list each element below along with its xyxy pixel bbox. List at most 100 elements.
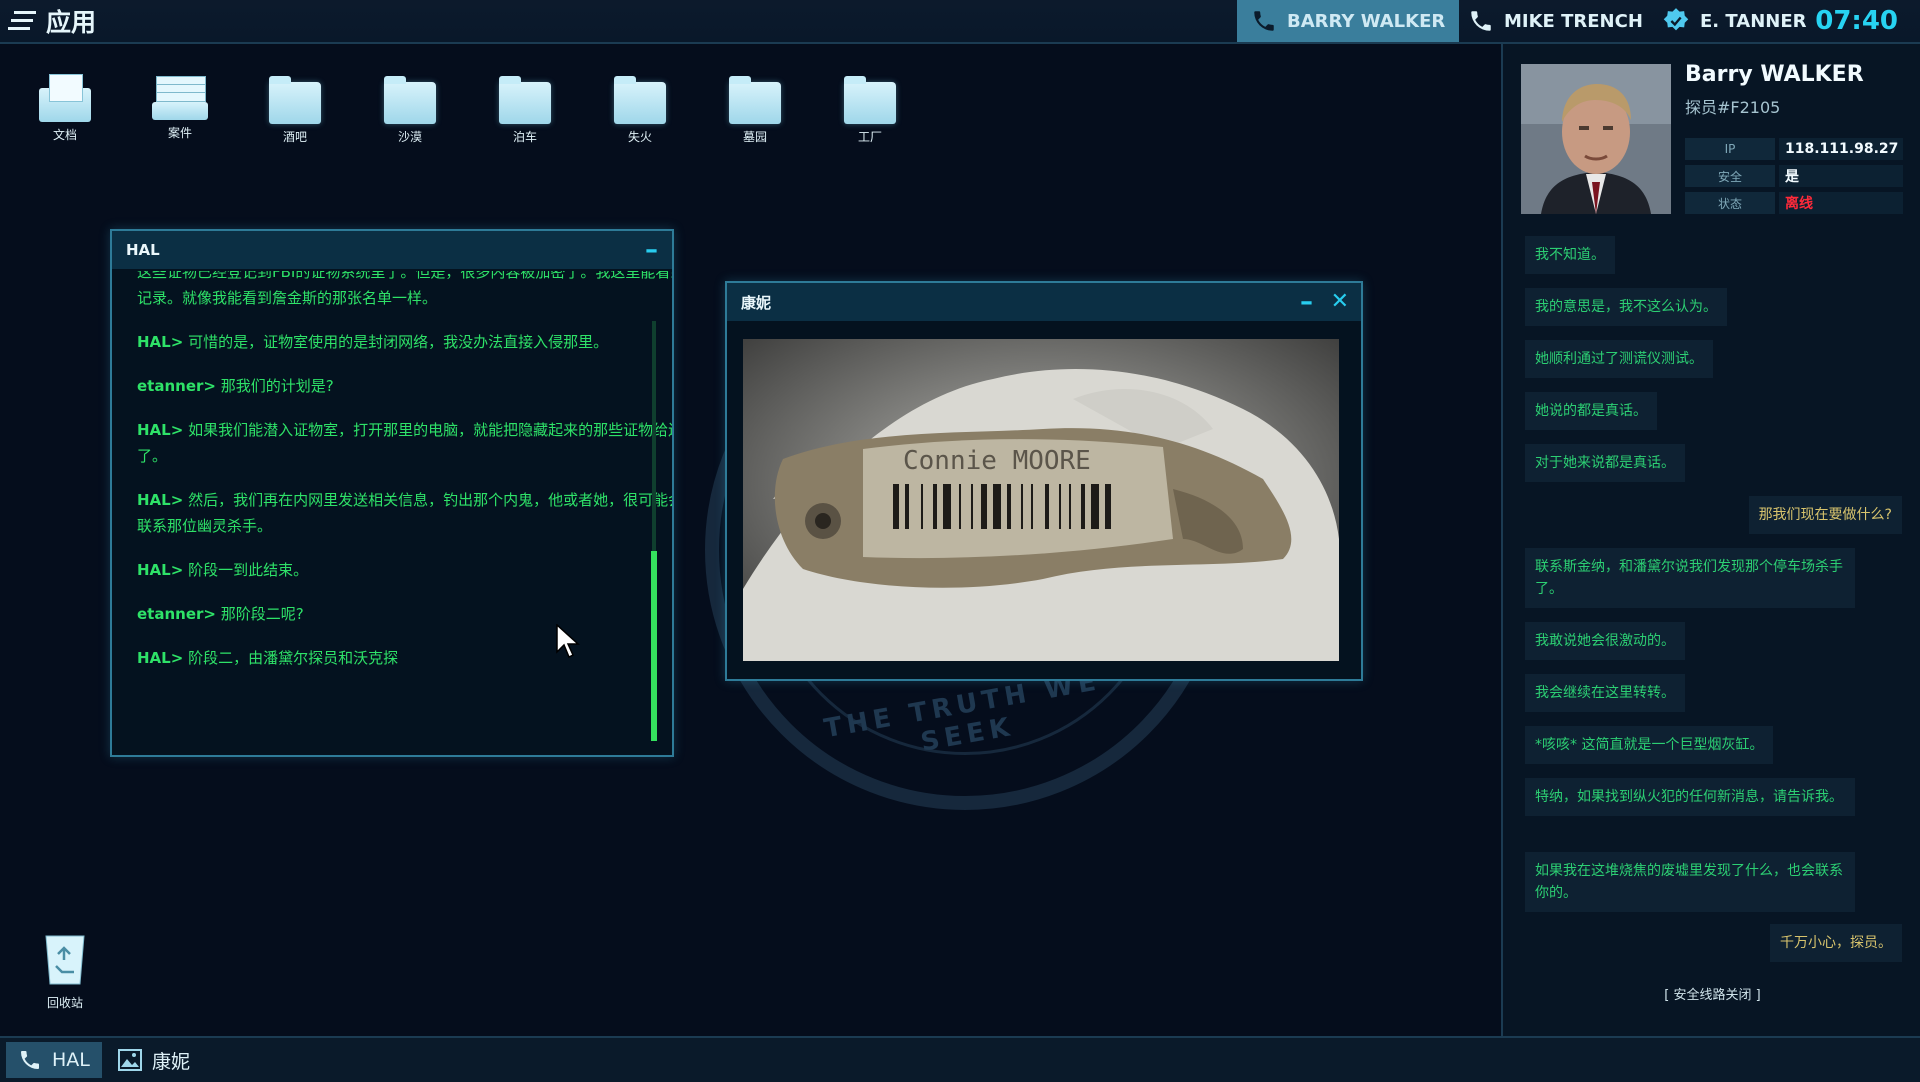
desktop-icon-label: 沙漠 [397, 130, 422, 144]
chat-speaker: HAL> [137, 561, 184, 579]
taskbar-item-label: HAL [52, 1049, 90, 1071]
window-title: 康妮 [741, 293, 772, 312]
desktop-icon-bar[interactable]: 酒吧 [250, 74, 340, 145]
desktop-icon-label: 泊车 [512, 130, 537, 144]
chat-message-outgoing: 那我们现在要做什么? [1748, 496, 1902, 534]
menu-icon [8, 11, 36, 30]
barcode-stripe [921, 484, 923, 529]
desktop-icon-recycle-bin[interactable]: 回收站 [20, 932, 110, 1011]
chat-message-incoming: 我的意思是，我不这么认为。 [1525, 288, 1727, 326]
app-menu-label: 应用 [46, 8, 97, 37]
tab-mike-trench[interactable]: MIKE TRENCH [1468, 0, 1643, 42]
contact-name: Barry WALKER [1685, 62, 1864, 87]
chat-line: HAL> 如果我们能潜入证物室，打开那里的电脑，就能把隐藏起来的那些证物给还原了… [137, 417, 672, 469]
phone-icon [21, 1051, 39, 1069]
chat-message-incoming: 她说的都是真话。 [1525, 392, 1657, 430]
barcode-stripe [971, 484, 973, 529]
chat-line: 这些证物已经登记到FBI的证物系统里了。但是，很多内容被加密了。我这里能看到操作… [137, 271, 672, 311]
chat-text: 如果我们能潜入证物室，打开那里的电脑，就能把隐藏起来的那些证物给还原了。 [137, 421, 672, 465]
burnt-id-badge-image: Connie MOORE [743, 339, 1339, 661]
barcode-stripe [993, 484, 1001, 529]
chat-speaker: etanner> [137, 377, 216, 395]
chat-message-incoming: 对于她来说都是真话。 [1525, 444, 1685, 482]
minimize-button[interactable]: – [645, 235, 658, 265]
chat-message-incoming: 她顺利通过了测谎仪测试。 [1525, 340, 1713, 378]
taskbar-item-connie[interactable]: 康妮 [118, 1042, 190, 1078]
minimize-button[interactable]: – [1300, 287, 1313, 317]
recycle-bin-icon [45, 935, 85, 985]
barcode-stripe [905, 484, 909, 529]
chat-message-outgoing: 千万小心，探员。 [1770, 924, 1902, 962]
info-row-ip: IP 118.111.98.27 [1685, 138, 1903, 160]
taskbar-item-label: 康妮 [152, 1050, 191, 1073]
secure-line-closed-status: [ 安全线路关闭 ] [1664, 988, 1761, 1003]
chat-text: 那我们的计划是? [220, 377, 334, 395]
top-bar: 应用 BARRY WALKER MIKE TRENCH E. TANNER 07… [0, 0, 1920, 44]
info-value: 是 [1779, 165, 1903, 187]
info-value: 118.111.98.27 [1779, 138, 1903, 160]
contact-panel: Barry WALKER 探员#F2105 IP 118.111.98.27 安… [1501, 44, 1920, 1036]
chat-line: HAL> 可惜的是，证物室使用的是封闭网络，我没办法直接入侵那里。 [137, 329, 672, 355]
chat-message-incoming: 我不知道。 [1525, 236, 1615, 274]
barcode-stripe [1021, 484, 1023, 529]
desktop-icon-documents[interactable]: 文档 [20, 74, 110, 143]
chat-line: etanner> 那我们的计划是? [137, 373, 672, 399]
phone-icon [1254, 11, 1274, 31]
chat-speaker: HAL> [137, 491, 184, 509]
chat-message-incoming: 我会继续在这里转转。 [1525, 674, 1685, 712]
tab-barry-walker[interactable]: BARRY WALKER [1237, 0, 1460, 42]
chat-text: 然后，我们再在内网里发送相关信息，钓出那个内鬼，他或者她，很可能会试着联系那位幽… [137, 491, 672, 535]
chat-line: HAL> 然后，我们再在内网里发送相关信息，钓出那个内鬼，他或者她，很可能会试着… [137, 487, 672, 539]
tab-label: BARRY WALKER [1287, 10, 1446, 32]
chat-line: etanner> 那阶段二呢? [137, 601, 672, 627]
desktop-icon-cemetery[interactable]: 墓园 [710, 74, 800, 145]
chat-speaker: HAL> [137, 333, 184, 351]
barcode-stripe [1045, 484, 1049, 529]
chat-text: 阶段一到此结束。 [188, 561, 309, 579]
desktop-icon-factory[interactable]: 工厂 [825, 74, 915, 145]
desktop-icon-label: 墓园 [742, 130, 767, 144]
info-key: 状态 [1685, 192, 1775, 214]
info-key: IP [1685, 138, 1775, 160]
folder-icon [384, 76, 436, 124]
barcode-stripe [1069, 484, 1071, 529]
window-title-bar[interactable]: HAL – [112, 231, 672, 269]
photo-window: 康妮 – ✕ Connie MOORE [725, 281, 1363, 681]
tab-e-tanner[interactable]: E. TANNER [1662, 0, 1807, 42]
chat-text: 可惜的是，证物室使用的是封闭网络，我没办法直接入侵那里。 [188, 333, 609, 351]
taskbar-item-hal[interactable]: HAL [6, 1042, 102, 1078]
desktop-icon-desert[interactable]: 沙漠 [365, 74, 455, 145]
window-title-bar[interactable]: 康妮 – ✕ [727, 283, 1361, 321]
tab-label: E. TANNER [1700, 10, 1807, 32]
desktop-icon-parking[interactable]: 泊车 [480, 74, 570, 145]
desktop-icon-fire[interactable]: 失火 [595, 74, 685, 145]
desktop-icon-label: 案件 [167, 126, 192, 140]
info-value: 离线 [1779, 192, 1903, 214]
scrollbar[interactable] [651, 321, 657, 741]
photo-caption: Connie MOORE [903, 446, 1091, 476]
chat-message-incoming: 联系斯金纳，和潘黛尔说我们发现那个停车场杀手了。 [1525, 548, 1855, 608]
chat-text: 那阶段二呢? [220, 605, 304, 623]
desktop-icon-label: 文档 [52, 128, 77, 142]
barcode-stripe [943, 484, 951, 529]
desktop-icon-label: 工厂 [857, 130, 882, 144]
case-tray-icon [152, 74, 208, 120]
chat-text: 阶段二，由潘黛尔探员和沃克探 [188, 649, 399, 667]
chat-message-incoming: *咳咳* 这简直就是一个巨型烟灰缸。 [1525, 726, 1774, 764]
barcode-stripe [1007, 484, 1011, 529]
desktop-icon-label: 酒吧 [282, 130, 307, 144]
app-menu-button[interactable]: 应用 [8, 4, 96, 38]
scrollbar-thumb[interactable] [651, 551, 657, 741]
close-button[interactable]: ✕ [1331, 287, 1349, 317]
info-key: 安全 [1685, 165, 1775, 187]
clock: 07:40 [1815, 6, 1898, 36]
desktop-icon-cases[interactable]: 案件 [135, 74, 225, 141]
chat-line: HAL> 阶段二，由潘黛尔探员和沃克探 [137, 645, 672, 671]
hal-chat-log: 这些证物已经登记到FBI的证物系统里了。但是，很多内容被加密了。我这里能看到操作… [137, 271, 672, 689]
chat-text: 这些证物已经登记到FBI的证物系统里了。但是，很多内容被加密了。我这里能看到操作… [137, 271, 672, 307]
info-row-status: 状态 离线 [1685, 192, 1903, 214]
barcode-stripe [1031, 484, 1033, 529]
folder-icon [269, 76, 321, 124]
hal-chat-body: 这些证物已经登记到FBI的证物系统里了。但是，很多内容被加密了。我这里能看到操作… [112, 271, 672, 755]
badge-icon [1663, 8, 1689, 31]
